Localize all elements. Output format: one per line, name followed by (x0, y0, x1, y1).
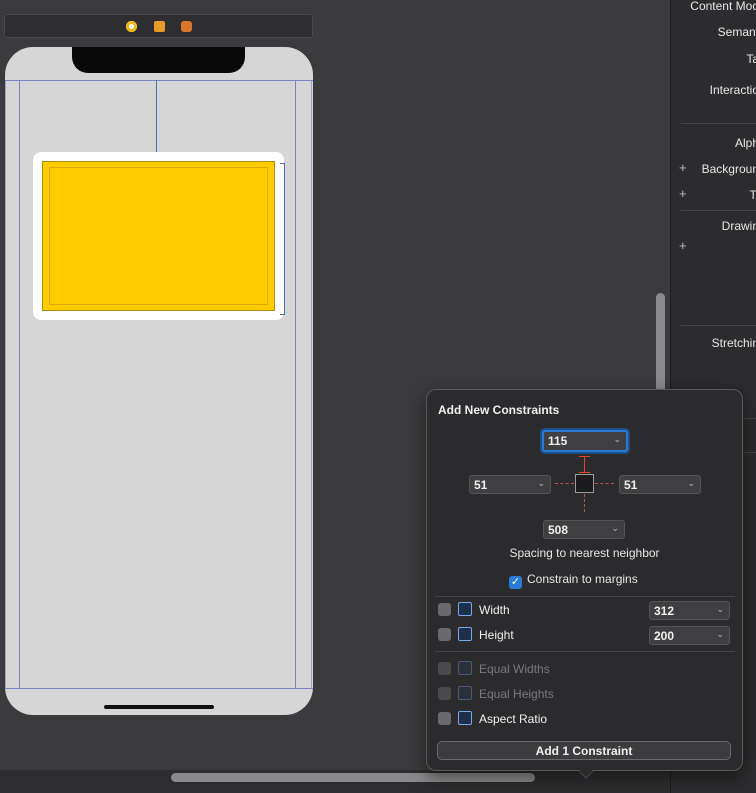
safe-area-bottom-guide (5, 688, 313, 689)
constrain-to-margins-checkbox[interactable]: ✓ Constrain to margins (509, 572, 638, 589)
horizontal-scrollbar[interactable] (171, 773, 535, 782)
device-frame[interactable] (5, 47, 313, 715)
popover-arrow-fill (577, 768, 595, 777)
width-checkbox[interactable] (438, 603, 451, 616)
semantic-label: Semant (717, 25, 756, 39)
height-indicator (280, 163, 285, 315)
popover-divider (435, 651, 735, 652)
yellow-view[interactable] (42, 161, 275, 311)
equal-heights-icon (458, 686, 472, 700)
background-label: Backgroun (701, 162, 756, 176)
bottom-spacing-value: 508 (548, 523, 569, 537)
height-checkbox[interactable] (438, 628, 451, 641)
view-controller-icon[interactable] (126, 21, 137, 32)
drawing-label: Drawin (721, 219, 756, 233)
stretching-label: Stretchin (711, 336, 756, 350)
leading-spacing-field[interactable]: 51 ⌄ (469, 475, 551, 494)
top-strut[interactable] (584, 456, 585, 473)
spacing-caption: Spacing to nearest neighbor (509, 546, 660, 560)
width-value: 312 (654, 604, 675, 618)
constrain-to-margins-label: Constrain to margins (527, 572, 638, 586)
checkmark-icon[interactable]: ✓ (509, 576, 522, 589)
leading-spacing-value: 51 (474, 478, 488, 492)
leading-strut[interactable] (555, 483, 574, 484)
content-mode-label: Content Mod (690, 0, 756, 13)
first-responder-icon[interactable] (154, 21, 165, 32)
scene-dock (4, 14, 313, 38)
home-indicator (104, 705, 214, 709)
top-spacing-value: 115 (548, 434, 568, 448)
height-label: Height (479, 628, 514, 642)
chevron-down-icon[interactable]: ⌄ (716, 629, 724, 640)
trailing-spacing-field[interactable]: 51 ⌄ (619, 475, 701, 494)
interaction-label: Interactio (709, 83, 756, 97)
yellow-view-inner-border (49, 167, 268, 305)
layout-margin-left (19, 80, 20, 688)
chevron-down-icon[interactable]: ⌄ (716, 604, 724, 615)
add-background-variation-icon[interactable]: + (679, 160, 687, 175)
chevron-down-icon[interactable]: ⌄ (687, 478, 695, 489)
top-strut-cap (579, 472, 590, 473)
add-tint-variation-icon[interactable]: + (679, 186, 687, 201)
constraint-target-square (575, 474, 594, 493)
tag-label: Ta (746, 52, 756, 66)
chevron-down-icon[interactable]: ⌄ (613, 434, 621, 445)
device-notch (72, 47, 245, 73)
layout-margin-right (295, 80, 296, 688)
height-value: 200 (654, 629, 675, 643)
vertical-scrollbar[interactable] (656, 293, 665, 393)
height-icon (458, 627, 472, 641)
width-label: Width (479, 603, 510, 617)
view-edge-right (311, 80, 312, 688)
inspector-divider (681, 210, 756, 211)
bottom-spacing-field[interactable]: 508 ⌄ (543, 520, 625, 539)
equal-widths-icon (458, 661, 472, 675)
alpha-label: Alph (734, 136, 756, 150)
equal-heights-label: Equal Heights (479, 687, 554, 701)
width-icon (458, 602, 472, 616)
trailing-spacing-value: 51 (624, 478, 638, 492)
top-spacing-field[interactable]: 115 ⌄ (542, 430, 628, 452)
popover-title: Add New Constraints (438, 403, 560, 417)
chevron-down-icon[interactable]: ⌄ (537, 478, 545, 489)
equal-widths-checkbox (438, 662, 451, 675)
aspect-ratio-label: Aspect Ratio (479, 712, 548, 726)
inspector-divider (681, 325, 756, 326)
chevron-down-icon[interactable]: ⌄ (611, 523, 619, 534)
add-constraints-popover: Add New Constraints 115 ⌄ 51 ⌄ 51 ⌄ 508 … (426, 389, 743, 771)
width-value-field[interactable]: 312 ⌄ (649, 601, 730, 620)
view-edge-left (5, 80, 6, 688)
trailing-strut[interactable] (595, 483, 614, 484)
exit-icon[interactable] (181, 21, 192, 32)
equal-widths-label: Equal Widths (479, 662, 550, 676)
add-drawing-variation-icon[interactable]: + (679, 238, 687, 253)
height-value-field[interactable]: 200 ⌄ (649, 626, 730, 645)
equal-heights-checkbox (438, 687, 451, 700)
popover-divider (435, 596, 735, 597)
add-constraints-button[interactable]: Add 1 Constraint (437, 741, 731, 760)
safe-area-top-guide (5, 80, 313, 81)
top-constraint-line[interactable] (156, 80, 157, 161)
aspect-ratio-checkbox[interactable] (438, 712, 451, 725)
inspector-divider (681, 123, 756, 124)
tint-label: Ti (749, 188, 756, 202)
aspect-ratio-icon (458, 711, 472, 725)
bottom-strut[interactable] (584, 494, 585, 512)
